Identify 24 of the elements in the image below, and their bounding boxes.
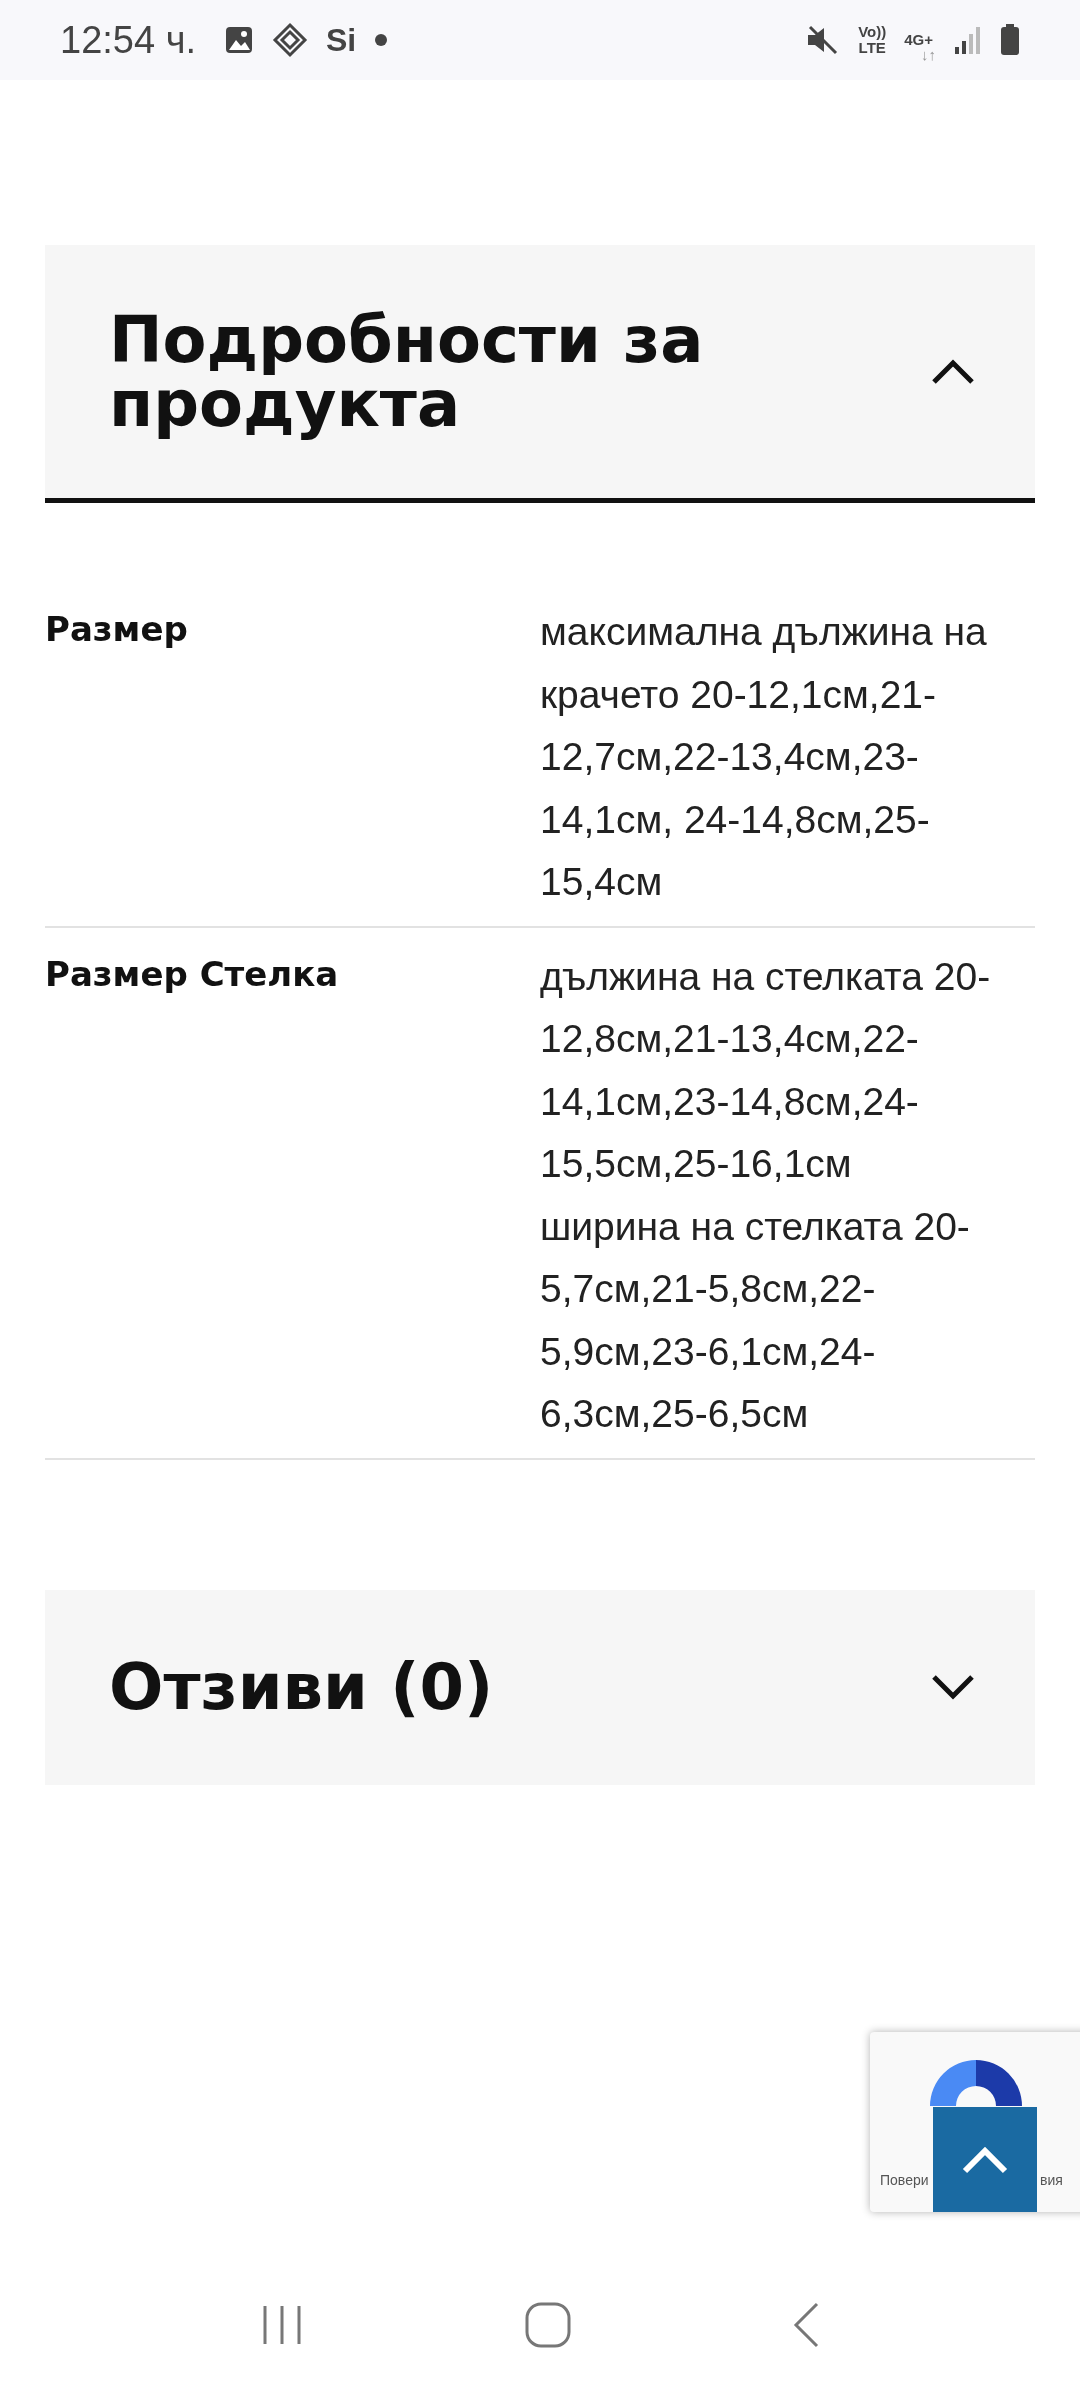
status-time: 12:54 ч.: [60, 18, 196, 62]
network-arrows: ↓↑: [921, 47, 936, 63]
volte-label: Vo)) LTE: [858, 24, 887, 56]
chevron-icon: [931, 1674, 975, 1700]
chevron-icon: [931, 358, 975, 385]
app-glyph: Si: [326, 21, 357, 59]
home-icon[interactable]: [524, 2301, 572, 2349]
network-label: 4G+: [904, 32, 933, 48]
diamond-icon: [272, 22, 308, 58]
attribute-value: максимална дължина на крачето 20-12,1см,21-12,7см,22-13,4см,23-14,1см, 24-14,8см,25-15,4см: [540, 609, 988, 905]
chevron-up-icon: [961, 2145, 1009, 2174]
privacy-link[interactable]: Повери: [880, 2172, 929, 2188]
attribute-label: Размер: [45, 608, 189, 651]
battery-icon: [1000, 24, 1020, 56]
section-title: Отзиви (0): [109, 1655, 494, 1719]
accordion-header[interactable]: Отзиви (0): [45, 1589, 1035, 1785]
scroll-top-button[interactable]: [933, 2107, 1037, 2212]
accordion-header[interactable]: Подробности за продукта: [45, 245, 1035, 503]
attribute-value: ширина на стелката 20-5,7см,21-5,8см,22-5,9см,23-6,1см,24-6,3см,25-6,5см: [540, 1203, 971, 1437]
dot-icon: [374, 33, 389, 47]
signal-icon: [954, 25, 982, 55]
attribute-label: Размер Стелка: [45, 952, 340, 996]
terms-link[interactable]: вия: [1040, 2172, 1063, 2188]
gallery-icon: [224, 25, 254, 55]
